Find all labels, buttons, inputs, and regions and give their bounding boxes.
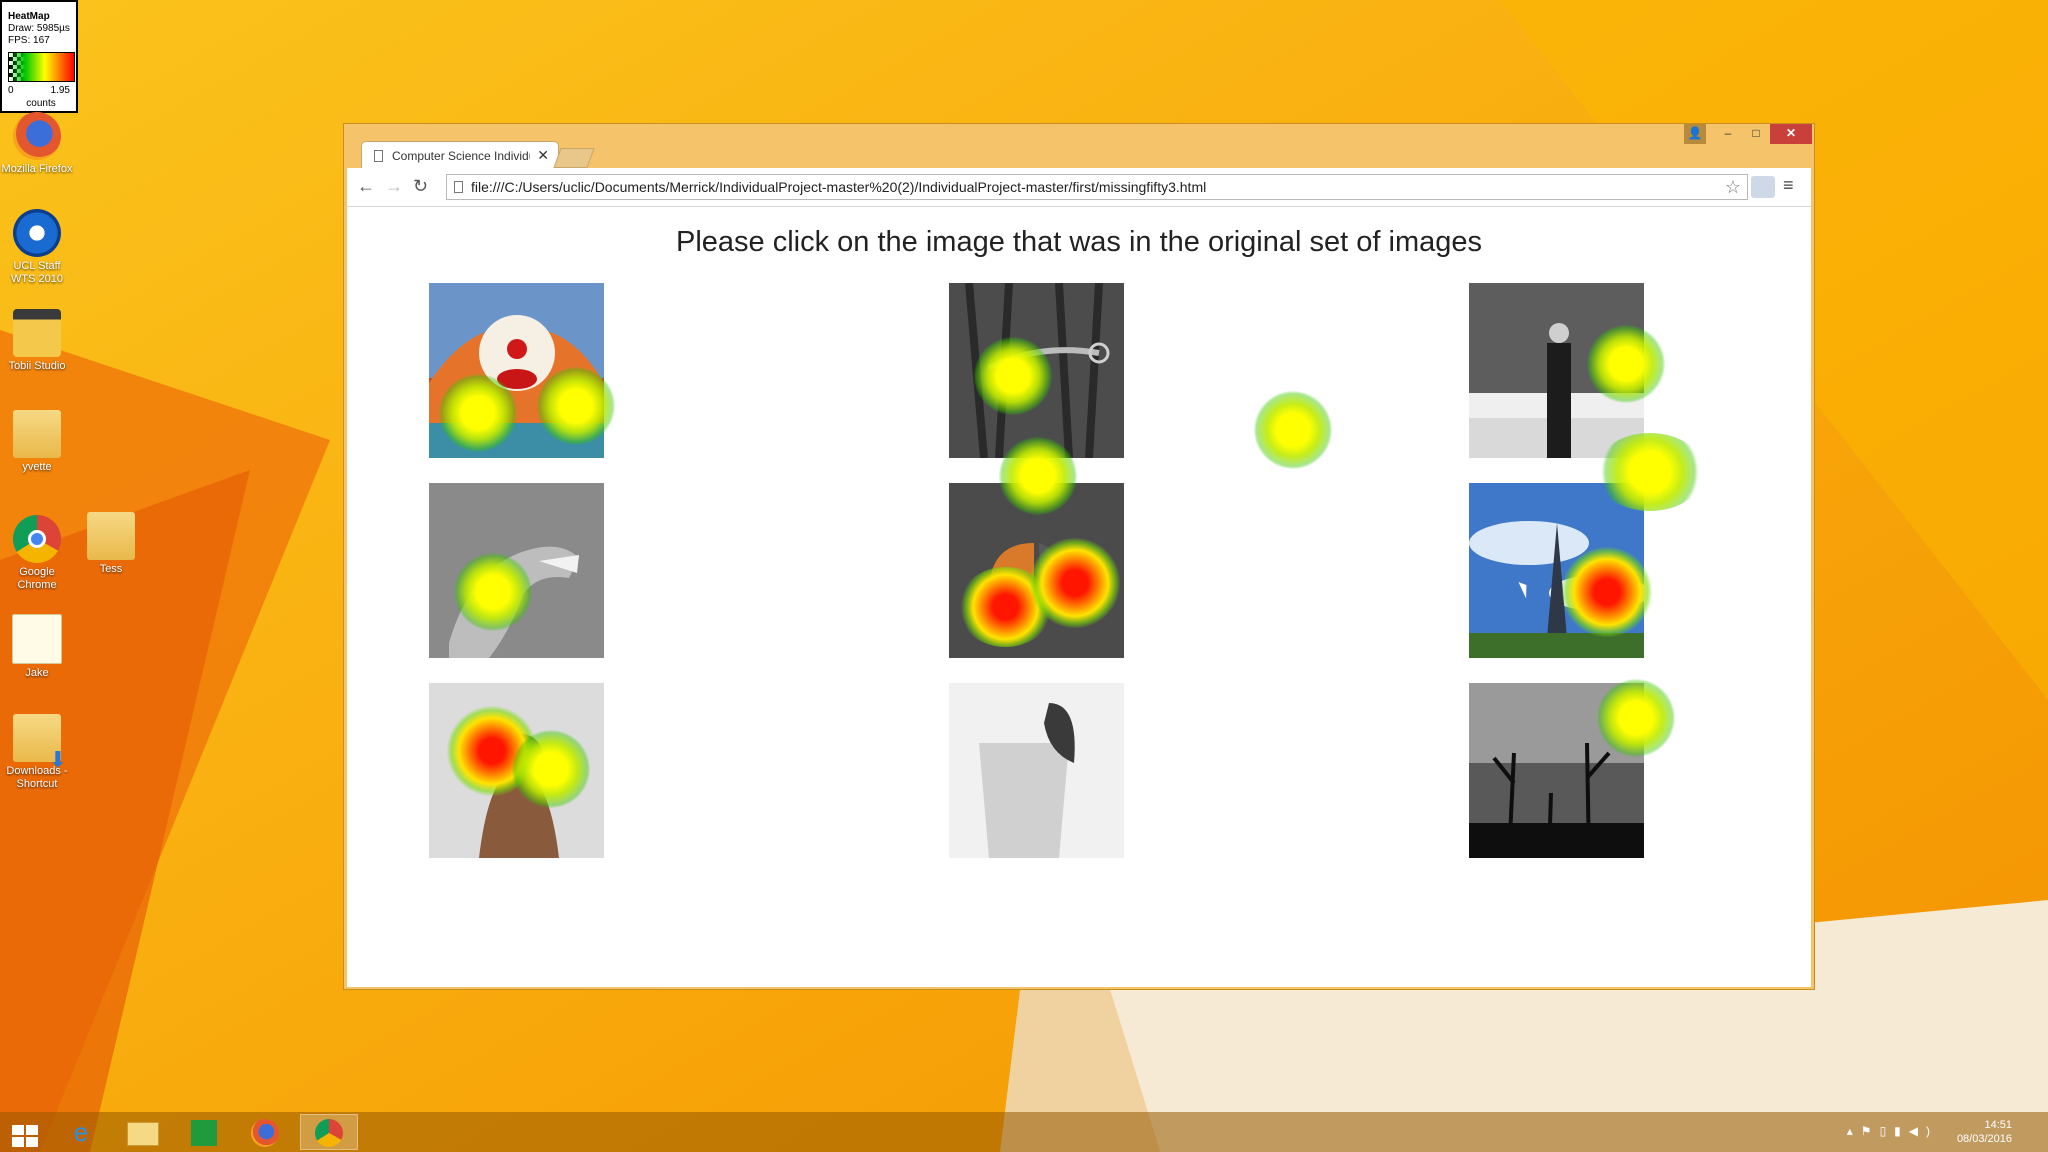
legend-min: 0 bbox=[8, 85, 14, 96]
folder-icon bbox=[87, 512, 135, 560]
image-tree-bark[interactable] bbox=[949, 283, 1124, 458]
image-dinosaur[interactable] bbox=[429, 483, 604, 658]
address-bar[interactable]: file:///C:/Users/uclic/Documents/Merrick… bbox=[446, 174, 1748, 200]
system-tray[interactable]: ▴⚑▯▮◀) bbox=[1847, 1124, 1938, 1138]
file-explorer-icon[interactable] bbox=[114, 1114, 172, 1150]
bookmark-star-icon[interactable]: ☆ bbox=[1725, 177, 1741, 198]
desktop-icon-tobii[interactable]: Tobii Studio bbox=[0, 309, 74, 373]
windows-logo-icon bbox=[12, 1125, 38, 1147]
maximize-button[interactable]: □ bbox=[1742, 124, 1770, 144]
legend-title: HeatMap bbox=[8, 11, 50, 22]
chrome-icon bbox=[13, 515, 61, 563]
desktop-icon-tess[interactable]: Tess bbox=[74, 512, 148, 576]
page-content: Please click on the image that was in th… bbox=[347, 207, 1811, 987]
close-tab-icon[interactable]: ✕ bbox=[537, 147, 549, 164]
desktop-icon-label: yvette bbox=[22, 461, 52, 473]
person-image bbox=[1469, 283, 1644, 458]
dinosaur-image bbox=[429, 483, 604, 658]
menu-icon[interactable]: ≡ bbox=[1783, 175, 1794, 196]
extension-icon[interactable] bbox=[1751, 176, 1775, 198]
image-hat[interactable] bbox=[429, 683, 604, 858]
page-icon bbox=[374, 150, 383, 162]
forward-icon[interactable]: → bbox=[385, 176, 403, 197]
close-window-button[interactable]: ✕ bbox=[1770, 124, 1812, 144]
image-strawberry-drink[interactable] bbox=[949, 683, 1124, 858]
butterfly-image bbox=[949, 483, 1124, 658]
browser-toolbar: ← → ↻ file:///C:/Users/uclic/Documents/M… bbox=[347, 168, 1811, 207]
taskbar: e ▴⚑▯▮◀) 14:51 08/03/2016 bbox=[0, 1112, 2048, 1152]
browser-tab[interactable]: Computer Science Individual ✕ bbox=[361, 141, 559, 169]
downloads-folder-icon bbox=[13, 714, 67, 766]
tab-title: Computer Science Individual bbox=[392, 149, 530, 163]
desktop-icon-label: Google Chrome bbox=[17, 566, 57, 591]
user-profile-button[interactable]: 👤 bbox=[1684, 124, 1706, 144]
file-icon bbox=[12, 614, 62, 664]
address-text: file:///C:/Users/uclic/Documents/Merrick… bbox=[471, 179, 1207, 195]
desktop-icon-firefox[interactable]: Mozilla Firefox bbox=[0, 112, 74, 176]
image-eiffel-tower[interactable] bbox=[1469, 483, 1644, 658]
desktop-icon-jake[interactable]: Jake bbox=[0, 614, 74, 680]
hat-image bbox=[429, 683, 604, 858]
desktop-icon-label: Mozilla Firefox bbox=[1, 163, 73, 175]
reload-icon[interactable]: ↻ bbox=[413, 176, 428, 197]
legend-color-scale bbox=[8, 52, 75, 82]
trees-image bbox=[1469, 683, 1644, 858]
desktop-icon-label: Jake bbox=[25, 667, 49, 679]
desktop-icon-downloads[interactable]: Downloads - Shortcut bbox=[0, 714, 74, 791]
legend-max: 1.95 bbox=[50, 85, 70, 96]
tobii-studio-icon bbox=[13, 309, 61, 357]
firefox-taskbar-icon[interactable] bbox=[236, 1114, 294, 1150]
legend-unit: counts bbox=[26, 98, 56, 109]
desktop-icon-label: UCL Staff WTS 2010 bbox=[11, 260, 63, 285]
image-clown[interactable] bbox=[429, 283, 604, 458]
browser-window: 👤 – □ ✕ Computer Science Individual ✕ ← … bbox=[343, 123, 1815, 990]
desktop-icon-label: Tess bbox=[99, 563, 123, 575]
drink-image bbox=[949, 683, 1124, 858]
store-icon[interactable] bbox=[175, 1114, 233, 1150]
page-icon bbox=[454, 181, 463, 193]
firefox-icon bbox=[13, 112, 61, 160]
desktop-icon-ucl-staff[interactable]: UCL Staff WTS 2010 bbox=[0, 209, 74, 286]
start-button[interactable] bbox=[0, 1114, 58, 1150]
new-tab-button[interactable] bbox=[553, 148, 595, 168]
desktop-icon-yvette[interactable]: yvette bbox=[0, 410, 74, 474]
page-heading: Please click on the image that was in th… bbox=[676, 226, 1482, 258]
legend-draw-time: Draw: 5985µs bbox=[8, 23, 70, 34]
clock-date: 08/03/2016 bbox=[1956, 1133, 2012, 1145]
clock[interactable]: 14:51 08/03/2016 bbox=[1957, 1118, 2012, 1146]
internet-explorer-icon[interactable]: e bbox=[52, 1114, 110, 1150]
image-dead-trees[interactable] bbox=[1469, 683, 1644, 858]
heatmap-hotspot bbox=[1254, 391, 1332, 469]
desktop-icon-chrome[interactable]: Google Chrome bbox=[0, 515, 74, 592]
back-icon[interactable]: ← bbox=[357, 176, 375, 197]
folder-icon bbox=[13, 410, 61, 458]
eiffel-image bbox=[1469, 483, 1644, 658]
image-butterfly[interactable] bbox=[949, 483, 1124, 658]
heatmap-legend: HeatMap Draw: 5985µs FPS: 167 0 1.95 cou… bbox=[0, 0, 78, 113]
legend-fps: FPS: 167 bbox=[8, 35, 50, 46]
desktop-icon-label: Tobii Studio bbox=[8, 360, 66, 372]
chrome-taskbar-icon[interactable] bbox=[300, 1114, 358, 1150]
remote-desktop-icon bbox=[13, 209, 61, 257]
bark-image bbox=[949, 283, 1124, 458]
image-person-standing[interactable] bbox=[1469, 283, 1644, 458]
clown-image bbox=[429, 283, 604, 458]
clock-time: 14:51 bbox=[1984, 1119, 2012, 1131]
minimize-button[interactable]: – bbox=[1714, 124, 1742, 144]
